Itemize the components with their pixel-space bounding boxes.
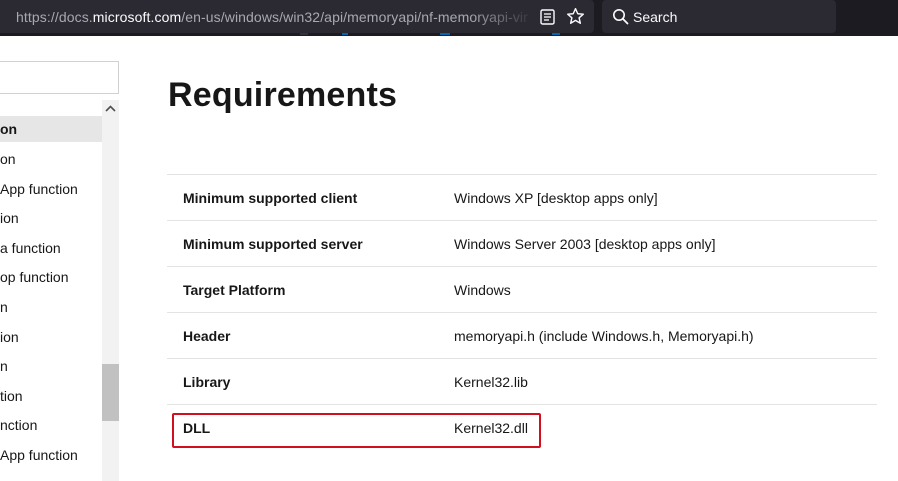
url-text[interactable]: https://docs.microsoft.com/en-us/windows…: [16, 9, 536, 25]
table-row: Minimum supported server Windows Server …: [167, 220, 877, 266]
search-icon: [613, 9, 629, 25]
toc-item[interactable]: on: [0, 116, 102, 142]
reader-view-icon[interactable]: [540, 9, 555, 25]
requirement-value: Windows Server 2003 [desktop apps only]: [454, 236, 716, 252]
requirement-key: Target Platform: [183, 282, 286, 298]
requirement-value: memoryapi.h (include Windows.h, Memoryap…: [454, 328, 754, 344]
url-prefix: https://docs.: [16, 9, 93, 25]
requirements-table: Minimum supported client Windows XP [des…: [167, 174, 877, 450]
table-row: Minimum supported client Windows XP [des…: [167, 174, 877, 220]
requirement-value: Windows: [454, 282, 511, 298]
requirement-key: Header: [183, 328, 231, 344]
requirement-key: Minimum supported server: [183, 236, 363, 252]
toc-item[interactable]: a function: [0, 235, 102, 261]
dll-row-highlight: [172, 413, 541, 448]
toc-item[interactable]: tion: [0, 383, 102, 409]
bookmark-star-icon[interactable]: [566, 7, 585, 26]
scroll-up-arrow-icon[interactable]: [102, 100, 119, 117]
page-title: Requirements: [168, 76, 398, 114]
search-placeholder: Search: [633, 9, 678, 25]
table-row: Target Platform Windows: [167, 266, 877, 312]
requirement-key: Minimum supported client: [183, 190, 358, 206]
toc-item[interactable]: on: [0, 146, 102, 172]
table-row: Library Kernel32.lib: [167, 358, 877, 404]
toc-item[interactable]: ion: [0, 324, 102, 350]
scrolled-text-remnant: [300, 33, 560, 35]
table-row: Header memoryapi.h (include Windows.h, M…: [167, 312, 877, 358]
toc-item[interactable]: App function: [0, 442, 102, 468]
toc-item[interactable]: n: [0, 353, 102, 379]
browser-search-bar[interactable]: Search: [602, 0, 836, 33]
toc-item[interactable]: ion: [0, 205, 102, 231]
url-fade: [470, 0, 536, 33]
toc-item[interactable]: nction: [0, 412, 102, 438]
toc-item[interactable]: App function: [0, 176, 102, 202]
browser-toolbar: https://docs.microsoft.com/en-us/windows…: [0, 0, 898, 36]
toc-item[interactable]: op function: [0, 264, 102, 290]
scrollbar-thumb[interactable]: [102, 364, 119, 421]
toc-scrollbar[interactable]: [102, 100, 119, 481]
requirement-key: Library: [183, 374, 231, 390]
requirement-value: Kernel32.lib: [454, 374, 528, 390]
toc-filter-input[interactable]: [0, 61, 119, 94]
requirement-value: Windows XP [desktop apps only]: [454, 190, 658, 206]
address-bar[interactable]: https://docs.microsoft.com/en-us/windows…: [0, 0, 594, 33]
toc-item[interactable]: n: [0, 294, 102, 320]
url-host: microsoft.com: [92, 9, 182, 25]
toc-sidebar: on on App function ion a function op fun…: [0, 100, 102, 481]
